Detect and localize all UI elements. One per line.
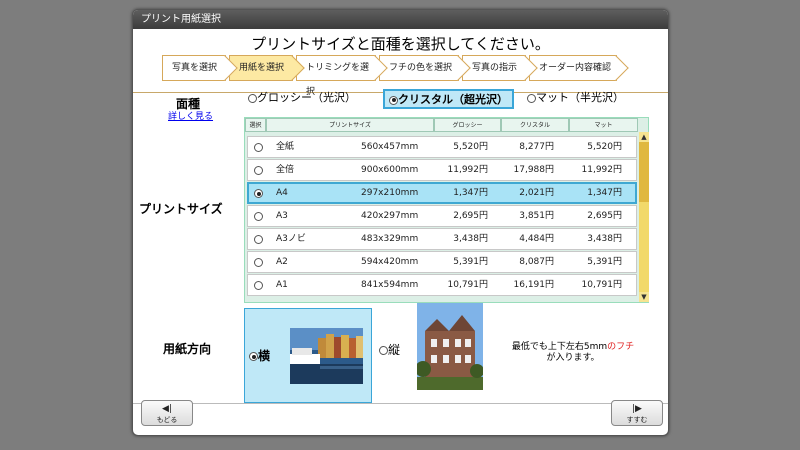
surface-detail-link[interactable]: 詳しく見る [168, 109, 213, 122]
page-heading: プリントサイズと面種を選択してください。 [251, 35, 550, 53]
table-row[interactable]: A1 841x594mm 10,791円 16,191円 10,791円 [247, 274, 637, 296]
footer-divider [133, 403, 668, 404]
back-button[interactable]: ◀| もどる [141, 400, 193, 426]
radio-icon [379, 346, 388, 355]
col-select: 選択 [245, 118, 266, 132]
step-border-color[interactable]: フチの色を選択 [379, 55, 459, 81]
radio-checked-icon [254, 189, 263, 198]
table-header: 選択 プリントサイズ グロッシー クリスタル マット [245, 118, 638, 132]
orientation-label: 用紙方向 [163, 342, 212, 356]
orientation-portrait-option[interactable]: 縦 [379, 341, 400, 358]
table-row[interactable]: A3ノビ 483x329mm 3,438円 4,484円 3,438円 [247, 228, 637, 250]
table-row-selected[interactable]: A4 297x210mm 1,347円 2,021円 1,347円 [247, 182, 637, 204]
portrait-label: 縦 [388, 343, 401, 357]
radio-checked-icon [249, 352, 258, 361]
landscape-photo [290, 328, 363, 384]
surface-option-crystal[interactable]: クリスタル（超光沢） [383, 89, 514, 109]
table-scrollbar[interactable]: ▲ ▼ [639, 132, 649, 302]
table-rows: 全紙 560x457mm 5,520円 8,277円 5,520円 全倍 900… [245, 134, 638, 302]
radio-icon [254, 143, 263, 152]
step-select-photo[interactable]: 写真を選択 [162, 55, 226, 81]
portrait-photo [417, 303, 483, 390]
col-size: プリントサイズ [266, 118, 434, 132]
radio-checked-icon [389, 95, 398, 105]
print-size-label: プリントサイズ [139, 202, 223, 216]
radio-icon [254, 212, 263, 221]
radio-icon [254, 166, 263, 175]
table-row[interactable]: A2 594x420mm 5,391円 8,087円 5,391円 [247, 251, 637, 273]
step-forward-icon: |▶ [632, 404, 642, 414]
step-back-icon: ◀| [162, 404, 172, 414]
radio-icon [248, 93, 257, 103]
triangle-up-icon[interactable]: ▲ [639, 132, 649, 142]
table-row[interactable]: A3 420x297mm 2,695円 3,851円 2,695円 [247, 205, 637, 227]
orientation-landscape-option[interactable]: 横 [244, 308, 372, 403]
radio-icon [254, 235, 263, 244]
col-matte: マット [569, 118, 638, 132]
scrollbar-thumb[interactable] [639, 142, 649, 202]
print-paper-dialog: プリント用紙選択 プリントサイズと面種を選択してください。 写真を選択 用紙を選… [132, 9, 669, 436]
landscape-label: 横 [258, 349, 271, 363]
surface-option-glossy[interactable]: グロッシー（光沢） [248, 89, 356, 109]
print-size-table: 選択 プリントサイズ グロッシー クリスタル マット 全紙 560x457mm … [244, 117, 649, 303]
table-row[interactable]: 全倍 900x600mm 11,992円 17,988円 11,992円 [247, 159, 637, 181]
step-trimming[interactable]: トリミングを選択 [296, 55, 376, 97]
radio-icon [254, 258, 263, 267]
step-select-paper[interactable]: 用紙を選択 [229, 55, 293, 81]
border-note: 最低でも上下左右5mmのフチが入ります。 [511, 342, 635, 363]
radio-icon [527, 93, 536, 103]
col-crystal: クリスタル [501, 118, 569, 132]
next-button[interactable]: |▶ すすむ [611, 400, 663, 426]
table-row[interactable]: 全紙 560x457mm 5,520円 8,277円 5,520円 [247, 136, 637, 158]
window-title: プリント用紙選択 [133, 10, 668, 29]
radio-icon [254, 281, 263, 290]
step-photo-instructions[interactable]: 写真の指示 [462, 55, 526, 81]
step-order-confirm[interactable]: オーダー内容確認 [529, 55, 617, 81]
surface-option-matte[interactable]: マット（半光沢） [527, 89, 624, 109]
triangle-down-icon[interactable]: ▼ [639, 292, 649, 302]
col-glossy: グロッシー [434, 118, 501, 132]
border-note-highlight: のフチ [607, 342, 635, 352]
